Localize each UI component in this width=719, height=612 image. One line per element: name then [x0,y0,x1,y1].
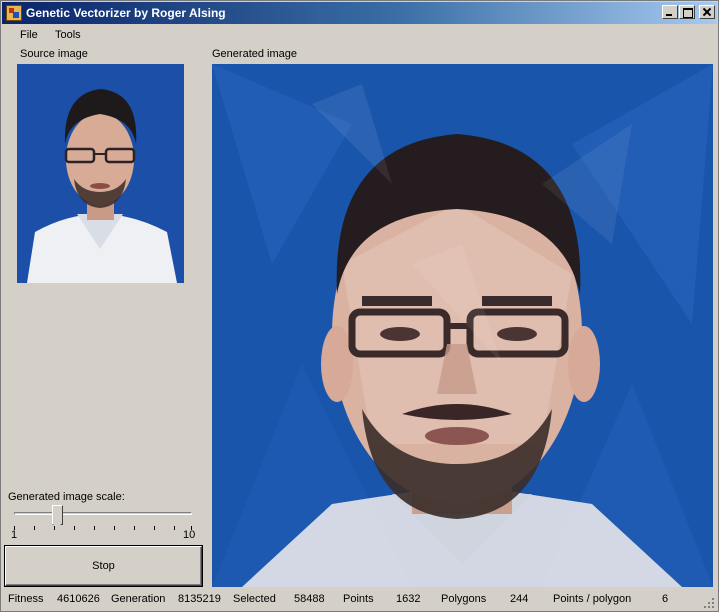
status-bar: Fitness 4610626 Generation 8135219 Selec… [2,589,717,611]
points-value: 1632 [396,593,421,605]
polygons-value: 244 [510,593,529,605]
scale-min-label: 1 [11,529,18,541]
close-icon[interactable] [699,5,715,19]
slider-tick [74,526,75,530]
scale-label: Generated image scale: [8,491,125,503]
app-icon[interactable] [6,5,22,21]
source-image [17,64,184,283]
scale-max-label: 10 [183,529,196,541]
source-image-label: Source image [20,48,88,60]
menu-tools[interactable]: Tools [55,29,81,41]
fitness-value: 4610626 [57,593,100,605]
slider-tick [34,526,35,530]
slider-tick [114,526,115,530]
slider-tick [174,526,175,530]
slider-track[interactable] [14,512,192,515]
menu-file[interactable]: File [20,29,38,41]
points-per-polygon-value: 6 [662,593,669,605]
polygons-label: Polygons [441,593,487,605]
main-window: Genetic Vectorizer by Roger Alsing File … [0,0,719,612]
title-bar[interactable]: Genetic Vectorizer by Roger Alsing [2,2,717,24]
size-grip-icon[interactable] [703,597,715,609]
fitness-label: Fitness [8,593,44,605]
slider-tick [54,526,55,530]
window-title: Genetic Vectorizer by Roger Alsing [26,6,226,20]
selected-label: Selected [233,593,276,605]
generation-value: 8135219 [178,593,221,605]
selected-value: 58488 [294,593,325,605]
maximize-icon[interactable] [679,5,695,19]
minimize-icon[interactable] [662,5,678,19]
stop-button[interactable]: Stop [5,546,202,586]
points-label: Points [343,593,374,605]
scale-slider[interactable]: 1 10 [8,504,198,544]
generated-image [212,64,713,587]
slider-thumb[interactable] [52,505,63,529]
slider-tick [94,526,95,530]
points-per-polygon-label: Points / polygon [553,593,632,605]
slider-tick [154,526,155,530]
generated-image-label: Generated image [212,48,297,60]
slider-tick [134,526,135,530]
menu-bar: File Tools [2,25,717,45]
generation-label: Generation [111,593,166,605]
